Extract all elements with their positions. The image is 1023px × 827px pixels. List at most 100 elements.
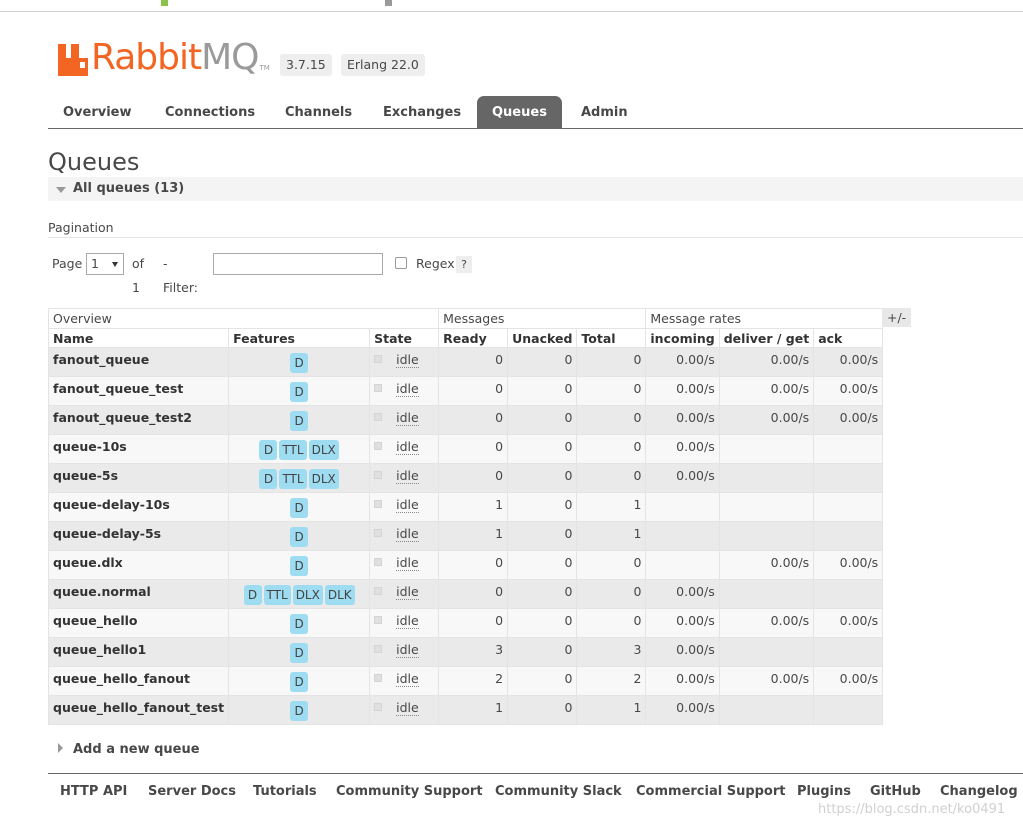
queue-name-link[interactable]: queue.dlx xyxy=(47,550,230,580)
rabbitmq-logo-icon xyxy=(58,40,88,76)
col-ready[interactable]: Ready xyxy=(438,328,509,348)
unacked-count: 0 xyxy=(507,347,578,377)
queue-state: idle xyxy=(369,376,440,406)
table-row: queue_hello_fanout Didle 2 0 2 0.00/s 0.00/s 0.… xyxy=(47,666,884,696)
ready-count: 2 xyxy=(438,666,509,696)
state-indicator-icon xyxy=(374,471,383,479)
tab-queues[interactable]: Queues xyxy=(477,96,562,129)
footer-link-server-docs[interactable]: Server Docs xyxy=(148,784,236,799)
table-row: queue_hello Didle 0 0 0 0.00/s 0.00/s 0.00/s xyxy=(47,608,884,638)
state-indicator-icon xyxy=(374,587,383,595)
tab-connections[interactable]: Connections xyxy=(150,96,270,129)
incoming-rate: 0.00/s xyxy=(645,666,720,696)
ready-count: 0 xyxy=(438,608,509,638)
queue-name-link[interactable]: queue_hello_fanout_test xyxy=(47,695,230,725)
feature-badge: DLK xyxy=(324,585,355,605)
footer-link-community-support[interactable]: Community Support xyxy=(336,784,483,799)
queue-features: D xyxy=(228,521,371,551)
feature-badge: DLX xyxy=(292,585,323,605)
col-total[interactable]: Total xyxy=(576,328,647,348)
regex-help-button[interactable]: ? xyxy=(456,256,472,273)
tab-exchanges[interactable]: Exchanges xyxy=(368,96,476,129)
state-indicator-icon xyxy=(374,703,383,711)
queue-features: D TTL DLX xyxy=(228,434,371,464)
table-row: queue_hello1 Didle 3 0 3 0.00/s xyxy=(47,637,884,667)
total-count: 0 xyxy=(576,434,647,464)
queues-table-container: Overview Messages Message rates Name Fea… xyxy=(47,308,912,725)
footer-link-changelog[interactable]: Changelog xyxy=(940,784,1018,799)
queue-name-link[interactable]: queue-delay-5s xyxy=(47,521,230,551)
col-state[interactable]: State xyxy=(369,328,440,348)
page-of-label: of 1 xyxy=(132,256,145,295)
ready-count: 0 xyxy=(438,347,509,377)
all-queues-section-toggle[interactable]: All queues (13) xyxy=(48,177,1023,201)
feature-badge: D xyxy=(290,614,309,634)
queue-name-link[interactable]: queue_hello1 xyxy=(47,637,230,667)
ready-count: 1 xyxy=(438,521,509,551)
logo-trademark: TM xyxy=(259,64,270,72)
filter-label: - Filter: xyxy=(163,256,198,295)
rabbitmq-logo[interactable]: RabbitMQ TM xyxy=(58,36,270,76)
ack-rate: 0.00/s xyxy=(813,666,884,696)
queue-name-link[interactable]: queue_hello xyxy=(47,608,230,638)
ready-count: 0 xyxy=(438,463,509,493)
footer-link-http-api[interactable]: HTTP API xyxy=(60,784,127,799)
col-deliver-get[interactable]: deliver / get xyxy=(718,328,815,348)
ack-rate xyxy=(813,492,884,522)
feature-badge: D xyxy=(290,672,309,692)
group-messages: Messages xyxy=(438,308,647,329)
incoming-rate: 0.00/s xyxy=(645,579,720,609)
toolbar-mark-icon xyxy=(385,0,392,6)
queue-name-link[interactable]: queue_hello_fanout xyxy=(47,666,230,696)
ready-count: 1 xyxy=(438,695,509,725)
queue-features: D xyxy=(228,347,371,377)
ready-count: 1 xyxy=(438,492,509,522)
tab-overview[interactable]: Overview xyxy=(48,96,147,129)
footer-link-commercial-support[interactable]: Commercial Support xyxy=(636,784,786,799)
col-unacked[interactable]: Unacked xyxy=(507,328,578,348)
queue-name-link[interactable]: queue.normal xyxy=(47,579,230,609)
total-count: 0 xyxy=(576,376,647,406)
queue-name-link[interactable]: queue-delay-10s xyxy=(47,492,230,522)
add-queue-toggle[interactable]: Add a new queue xyxy=(58,742,200,757)
toggle-columns-button[interactable]: +/- xyxy=(882,308,912,327)
queue-features: D xyxy=(228,637,371,667)
footer-link-plugins[interactable]: Plugins xyxy=(797,784,851,799)
queue-features: D xyxy=(228,376,371,406)
col-incoming[interactable]: incoming xyxy=(645,328,720,348)
footer-link-tutorials[interactable]: Tutorials xyxy=(253,784,317,799)
table-row: queue-10s D TTL DLX idle 0 0 0 0.00/s xyxy=(47,434,884,464)
incoming-rate: 0.00/s xyxy=(645,376,720,406)
ready-count: 0 xyxy=(438,579,509,609)
regex-checkbox[interactable] xyxy=(395,257,407,269)
queue-state: idle xyxy=(369,521,440,551)
queue-name-link[interactable]: queue-10s xyxy=(47,434,230,464)
queue-name-link[interactable]: fanout_queue_test xyxy=(47,376,230,406)
footer-link-community-slack[interactable]: Community Slack xyxy=(495,784,622,799)
state-label: idle xyxy=(396,410,419,426)
table-row: queue-5s D TTL DLX idle 0 0 0 0.00/s xyxy=(47,463,884,493)
ack-rate: 0.00/s xyxy=(813,376,884,406)
page-select[interactable]: 1 xyxy=(86,253,124,275)
ack-rate: 0.00/s xyxy=(813,550,884,580)
tab-admin[interactable]: Admin xyxy=(566,96,643,129)
filter-input[interactable] xyxy=(213,253,383,275)
footer-link-github[interactable]: GitHub xyxy=(870,784,921,799)
deliver-get-rate xyxy=(718,434,815,464)
col-ack[interactable]: ack xyxy=(813,328,884,348)
col-features: Features xyxy=(228,328,371,348)
total-count: 0 xyxy=(576,347,647,377)
feature-badge: TTL xyxy=(279,440,307,460)
state-label: idle xyxy=(396,352,419,368)
queue-name-link[interactable]: fanout_queue xyxy=(47,347,230,377)
page-label: Page xyxy=(52,256,83,271)
queue-name-link[interactable]: queue-5s xyxy=(47,463,230,493)
tab-channels[interactable]: Channels xyxy=(270,96,367,129)
table-row: queue.normal D TTL DLX DLK idle 0 0 0 0.00/s xyxy=(47,579,884,609)
watermark: https://blog.csdn.net/ko0491 xyxy=(818,802,1006,817)
queue-name-link[interactable]: fanout_queue_test2 xyxy=(47,405,230,435)
queue-state: idle xyxy=(369,434,440,464)
col-name[interactable]: Name xyxy=(47,328,230,348)
state-label: idle xyxy=(396,555,419,571)
unacked-count: 0 xyxy=(507,521,578,551)
